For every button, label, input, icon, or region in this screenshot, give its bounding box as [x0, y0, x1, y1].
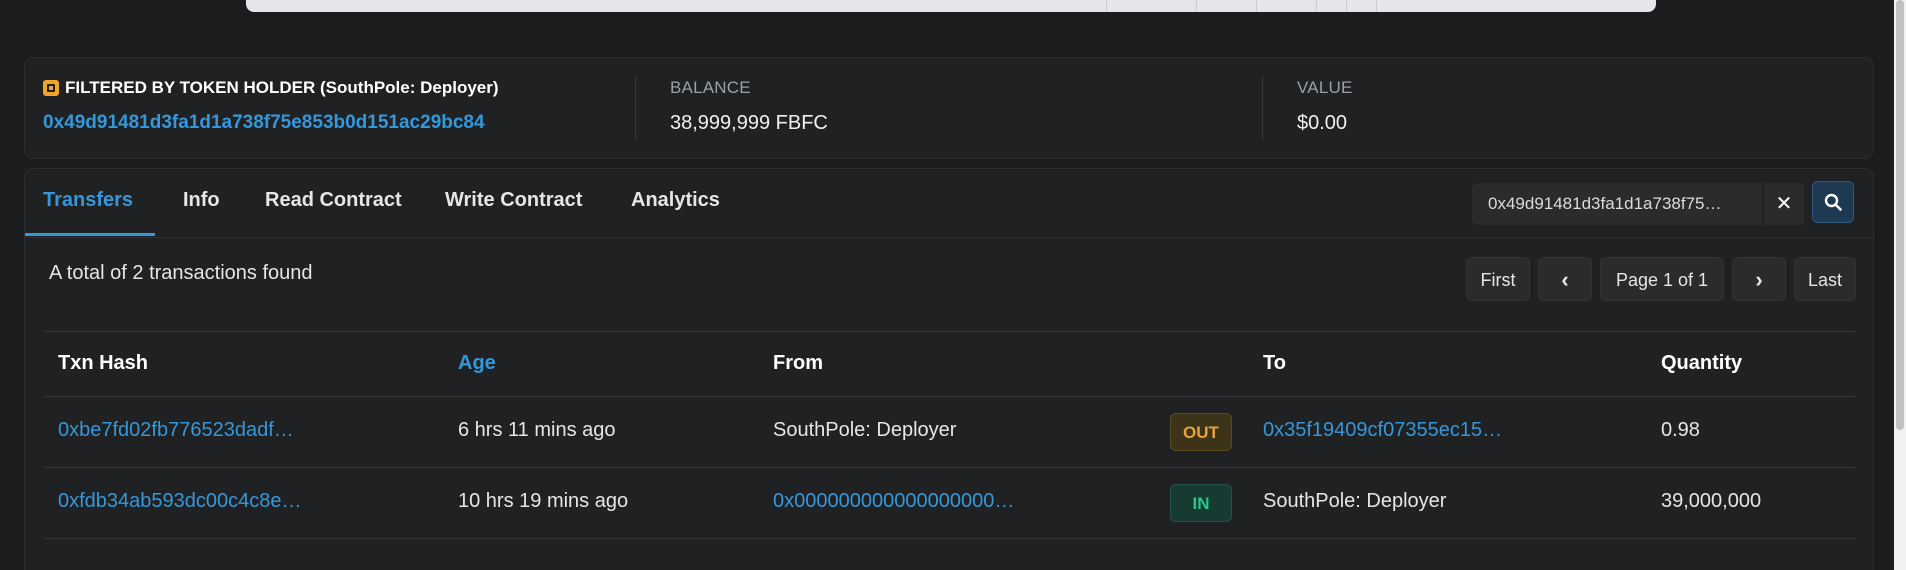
- toolbar-divider: [1256, 0, 1257, 12]
- active-tab-indicator: [25, 233, 155, 236]
- scrollbar-thumb[interactable]: [1896, 0, 1904, 430]
- header-quantity: Quantity: [1661, 352, 1743, 374]
- tab-bar: Transfers Info Read Contract Write Contr…: [25, 169, 1873, 238]
- header-to: To: [1263, 352, 1286, 374]
- table-row: 0xbe7fd02fb776523dadf… 6 hrs 11 mins ago…: [43, 397, 1855, 468]
- value-section: VALUE $0.00: [1297, 78, 1353, 135]
- header-txn-hash: Txn Hash: [58, 352, 149, 374]
- section-divider: [1262, 76, 1263, 140]
- section-divider: [635, 76, 636, 140]
- transfers-card: Transfers Info Read Contract Write Contr…: [24, 168, 1874, 570]
- balance-value: 38,999,999 FBFC: [670, 112, 828, 134]
- toolbar-divider: [1346, 0, 1347, 12]
- txn-from: SouthPole: Deployer: [773, 419, 957, 441]
- close-icon: ✕: [1775, 193, 1793, 215]
- txn-hash-link[interactable]: 0xfdb34ab593dc00c4c8e…: [58, 490, 302, 513]
- table-header: Txn Hash Age From To Quantity: [43, 331, 1855, 397]
- chevron-right-icon: ›: [1755, 267, 1763, 292]
- pager-last-button[interactable]: Last: [1794, 257, 1856, 301]
- direction-badge-out: OUT: [1170, 413, 1232, 451]
- tab-info[interactable]: Info: [183, 189, 220, 212]
- value-amount: $0.00: [1297, 112, 1348, 134]
- direction-cell: OUT: [1170, 413, 1232, 451]
- txn-quantity: 39,000,000: [1661, 490, 1762, 512]
- txn-from-link[interactable]: 0x000000000000000000…: [773, 490, 1014, 513]
- search-button[interactable]: [1812, 181, 1854, 223]
- balance-section: BALANCE 38,999,999 FBFC: [670, 78, 828, 135]
- clear-filter-button[interactable]: ✕: [1764, 183, 1804, 225]
- search-icon: [1824, 193, 1842, 211]
- txn-age: 6 hrs 11 mins ago: [458, 419, 616, 441]
- top-toolbar-strip: [246, 0, 1656, 12]
- toolbar-divider: [1376, 0, 1377, 12]
- pager-page-indicator: Page 1 of 1: [1600, 257, 1724, 301]
- txn-age: 10 hrs 19 mins ago: [458, 490, 629, 512]
- token-holder-page: FILTERED BY TOKEN HOLDER (SouthPole: Dep…: [0, 0, 1906, 570]
- filter-label: FILTERED BY TOKEN HOLDER (SouthPole: Dep…: [43, 78, 499, 98]
- value-label: VALUE: [1297, 78, 1353, 97]
- transactions-count-text: A total of 2 transactions found: [49, 262, 313, 284]
- filter-label-text: FILTERED BY TOKEN HOLDER (SouthPole: Dep…: [65, 78, 499, 97]
- token-badge-icon: [43, 80, 59, 96]
- tab-read-contract[interactable]: Read Contract: [265, 189, 402, 212]
- tab-write-contract[interactable]: Write Contract: [445, 189, 582, 212]
- transfers-table: Txn Hash Age From To Quantity 0xbe7fd02f…: [43, 331, 1855, 539]
- balance-label: BALANCE: [670, 78, 751, 97]
- txn-quantity: 0.98: [1661, 419, 1700, 441]
- txn-to: SouthPole: Deployer: [1263, 490, 1447, 512]
- pager-prev-button[interactable]: ‹: [1538, 257, 1592, 301]
- direction-badge-in: IN: [1170, 484, 1232, 522]
- txn-to-link[interactable]: 0x35f19409cf07355ec15…: [1263, 419, 1502, 442]
- pager-first-button[interactable]: First: [1466, 257, 1530, 301]
- txn-hash-link[interactable]: 0xbe7fd02fb776523dadf…: [58, 419, 294, 442]
- toolbar-divider: [1316, 0, 1317, 12]
- header-from: From: [773, 352, 823, 374]
- header-age[interactable]: Age: [458, 352, 496, 375]
- toolbar-divider: [1106, 0, 1107, 12]
- pager-next-button[interactable]: ›: [1732, 257, 1786, 301]
- address-filter-input[interactable]: 0x49d91481d3fa1d1a738f75…: [1472, 183, 1762, 225]
- direction-cell: IN: [1170, 484, 1232, 522]
- chevron-left-icon: ‹: [1561, 267, 1569, 292]
- page-scrollbar[interactable]: [1894, 0, 1906, 570]
- tab-transfers[interactable]: Transfers: [43, 189, 133, 212]
- filter-holder-section: FILTERED BY TOKEN HOLDER (SouthPole: Dep…: [43, 78, 499, 134]
- holder-address-link[interactable]: 0x49d91481d3fa1d1a738f75e853b0d151ac29bc…: [43, 112, 499, 134]
- table-row: 0xfdb34ab593dc00c4c8e… 10 hrs 19 mins ag…: [43, 468, 1855, 539]
- tab-analytics[interactable]: Analytics: [631, 189, 720, 212]
- token-holder-filter-card: FILTERED BY TOKEN HOLDER (SouthPole: Dep…: [24, 57, 1874, 159]
- toolbar-divider: [1196, 0, 1197, 12]
